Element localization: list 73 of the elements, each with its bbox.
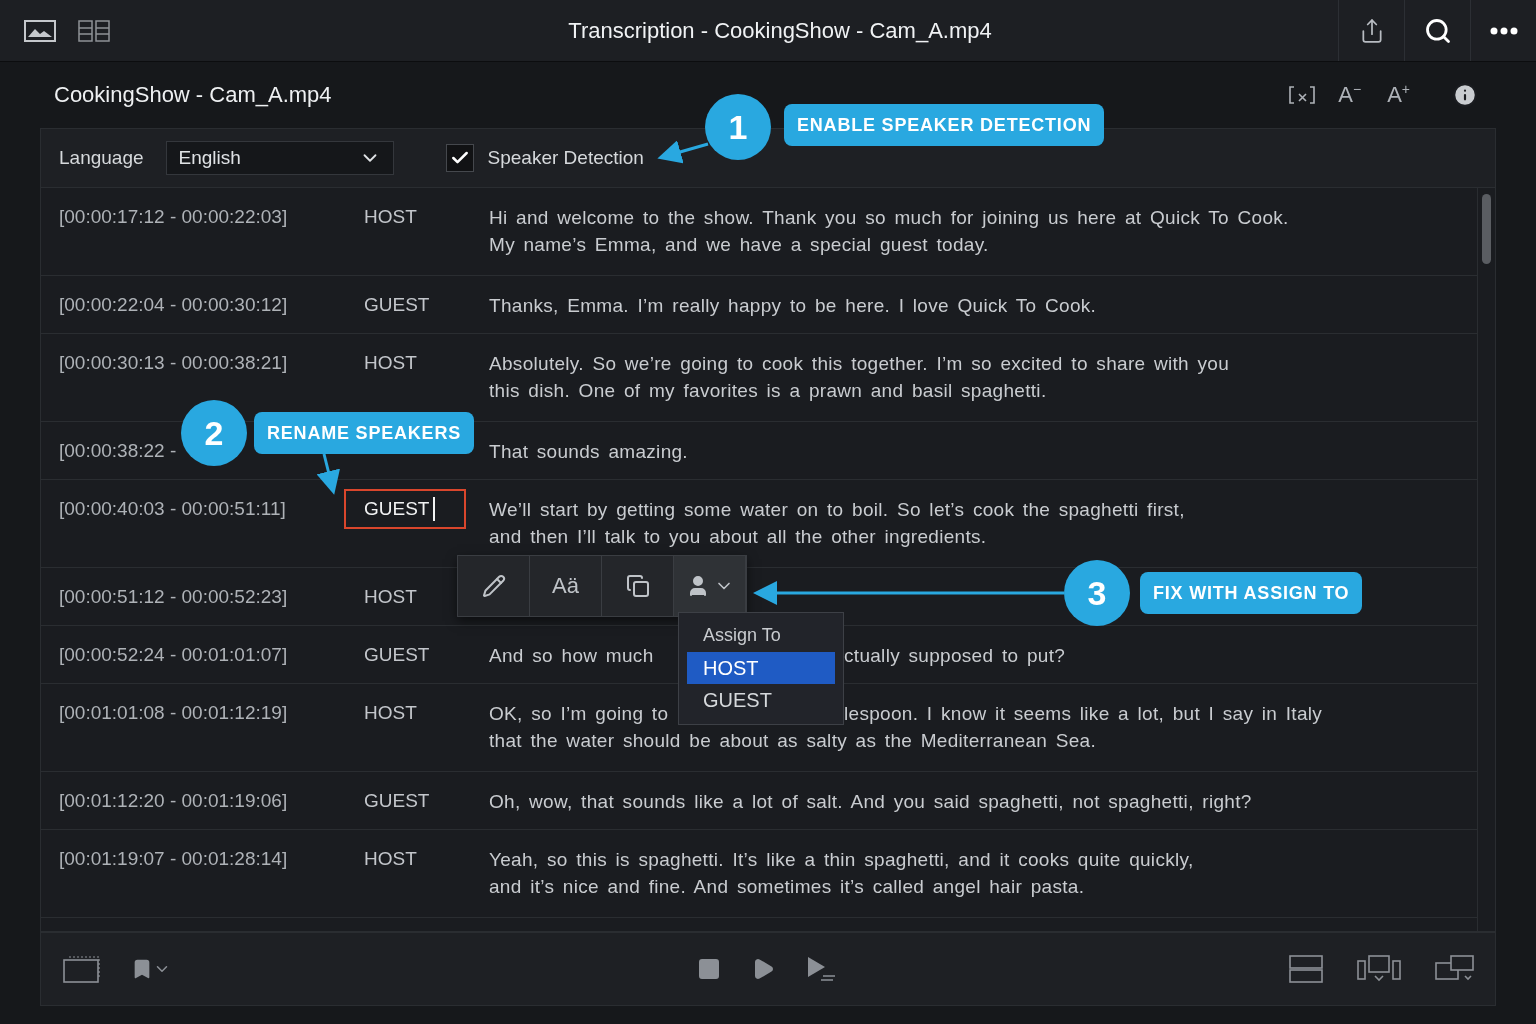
transcript-text: That sounds amazing. (489, 440, 688, 464)
transcript-text: Thanks, Emma. I’m really happy to be here. I love Quick To Cook. (489, 294, 1097, 318)
timecode: [00:01:01:08 - 00:01:12:19] (59, 701, 288, 725)
speaker-label[interactable]: HOST (364, 846, 417, 872)
transcript-text: Absolutely. So we’re going to cook this together. I’m so excited to share with you (489, 352, 1230, 376)
clip-icon (61, 954, 101, 984)
stop-icon (697, 957, 721, 981)
grid-icon[interactable] (78, 19, 110, 42)
transcript-text: and it’s nice and fine. And sometimes it’s called angel hair pasta. (489, 875, 1085, 899)
layout-button[interactable] (1357, 955, 1401, 983)
timecode: [00:00:38:22 - (59, 439, 177, 463)
layout-icon (1357, 955, 1401, 983)
transcript-text: this dish. One of my favorites is a prawn and basil spaghetti. (489, 379, 1047, 403)
speaker-label[interactable]: GUEST (364, 642, 430, 668)
timecode: [00:00:51:12 - 00:00:52:23] (59, 585, 288, 609)
info-icon[interactable] (1452, 82, 1478, 108)
transcript-text: and then I’ll talk to you about all the other ingredients. (489, 525, 987, 549)
transcript-text: Hi and welcome to the show. Thank you so much for joining us here at Quick To Cook. (489, 206, 1289, 230)
menu-item[interactable]: HOST (687, 652, 835, 684)
transcript-text: ctually supposed to put? (844, 644, 1066, 668)
language-label: Language (59, 147, 144, 169)
font-larger-button[interactable]: A$^{+}$ (1383, 81, 1414, 109)
transcript-text: Oh, wow, that sounds like a lot of salt. And you said spaghetti, not spaghetti, right? (489, 790, 1252, 814)
timecode: [00:00:22:04 - 00:00:30:12] (59, 293, 288, 317)
layout-icon (1289, 955, 1323, 983)
language-select[interactable]: English (165, 141, 394, 175)
speaker-label[interactable]: HOST (364, 584, 417, 610)
callout-label: ENABLE SPEAKER DETECTION (784, 104, 1105, 146)
transcript-text: lespoon. I know it seems like a lot, but I say in Italy (844, 702, 1323, 726)
fit-icon[interactable] (1288, 84, 1317, 106)
timecode: [00:00:17:12 - 00:00:22:03] (59, 205, 288, 229)
text-case-button[interactable]: Aä (530, 556, 602, 616)
menu-item[interactable]: GUEST (687, 684, 835, 716)
scrollbar-thumb[interactable] (1482, 194, 1491, 264)
step-number: 1 (705, 94, 771, 160)
transcript-text: We’ll start by getting some water on to boil. So let’s cook the spaghetti first, (489, 498, 1185, 522)
callout-arrow (316, 453, 340, 495)
speaker-label[interactable]: HOST (364, 700, 417, 726)
timecode: [00:00:40:03 - 00:00:51:11] (59, 497, 286, 521)
callout-arrow (657, 140, 709, 164)
pencil-icon (481, 574, 506, 598)
speaker-label[interactable]: GUEST (364, 292, 430, 318)
window-title: Transcription - CookingShow - Cam_A.mp4 (567, 17, 993, 44)
speaker-label[interactable]: HOST (364, 204, 417, 230)
menu-title: Assign To (702, 624, 782, 647)
transcript-text: that the water should be about as salty as the Mediterranean Sea. (489, 729, 1096, 753)
font-smaller-button[interactable]: A$^{−}$ (1334, 81, 1366, 109)
transcript-text: And so how much (489, 644, 654, 668)
transcript-text: Yeah, so this is spaghetti. It’s like a thin spaghetti, and it cooks quite quickly, (489, 848, 1194, 872)
timecode: [00:01:12:20 - 00:01:19:06] (59, 789, 288, 813)
assign-speaker-button[interactable] (674, 556, 746, 616)
timecode: [00:00:52:24 - 00:01:01:07] (59, 643, 288, 667)
callout-label: FIX WITH ASSIGN TO (1140, 572, 1363, 614)
timecode: [00:01:19:07 - 00:01:28:14] (59, 847, 288, 871)
callout-label: RENAME SPEAKERS (254, 412, 475, 454)
layout-icon (1435, 955, 1475, 983)
speaker-field[interactable]: GUEST (344, 489, 466, 529)
search-icon (1423, 16, 1452, 45)
stop-button[interactable] (697, 957, 721, 981)
speaker-detection-label: Speaker Detection (487, 147, 644, 169)
layout-button[interactable] (1435, 955, 1475, 983)
speaker-label[interactable]: GUEST (364, 788, 430, 814)
file-title: CookingShow - Cam_A.mp4 (54, 82, 333, 108)
speaker-label[interactable]: HOST (364, 350, 417, 376)
transcript-text: My name’s Emma, and we have a special guest today. (489, 233, 989, 257)
picture-icon[interactable] (24, 19, 56, 42)
timecode: [00:00:30:13 - 00:00:38:21] (59, 351, 288, 375)
more-icon (1489, 26, 1518, 35)
layout-button[interactable] (1289, 955, 1323, 983)
copy-icon (625, 574, 650, 598)
speaker-detection-checkbox[interactable] (445, 144, 474, 172)
clip-button[interactable] (61, 954, 101, 984)
transcript-text: OK, so I’m going to (489, 702, 669, 726)
